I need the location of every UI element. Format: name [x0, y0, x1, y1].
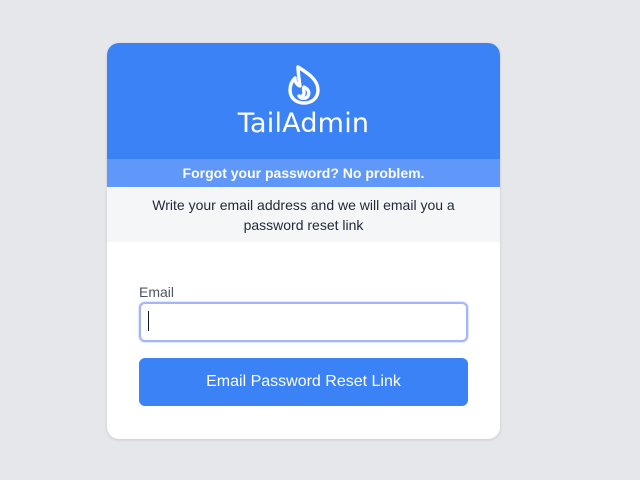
email-field[interactable] [139, 302, 468, 342]
reset-form: Email Email Password Reset Link [107, 242, 500, 406]
notice-title: Forgot your password? No problem. [107, 159, 500, 187]
text-cursor [148, 311, 149, 331]
notice-message: Write your email address and we will ema… [107, 187, 500, 242]
brand-name: TailAdmin [237, 108, 370, 139]
email-label: Email [139, 284, 175, 300]
email-reset-link-button[interactable]: Email Password Reset Link [139, 358, 468, 406]
card-header: TailAdmin [107, 43, 500, 159]
flame-icon [287, 65, 320, 105]
reset-password-card: TailAdmin Forgot your password? No probl… [107, 43, 500, 439]
